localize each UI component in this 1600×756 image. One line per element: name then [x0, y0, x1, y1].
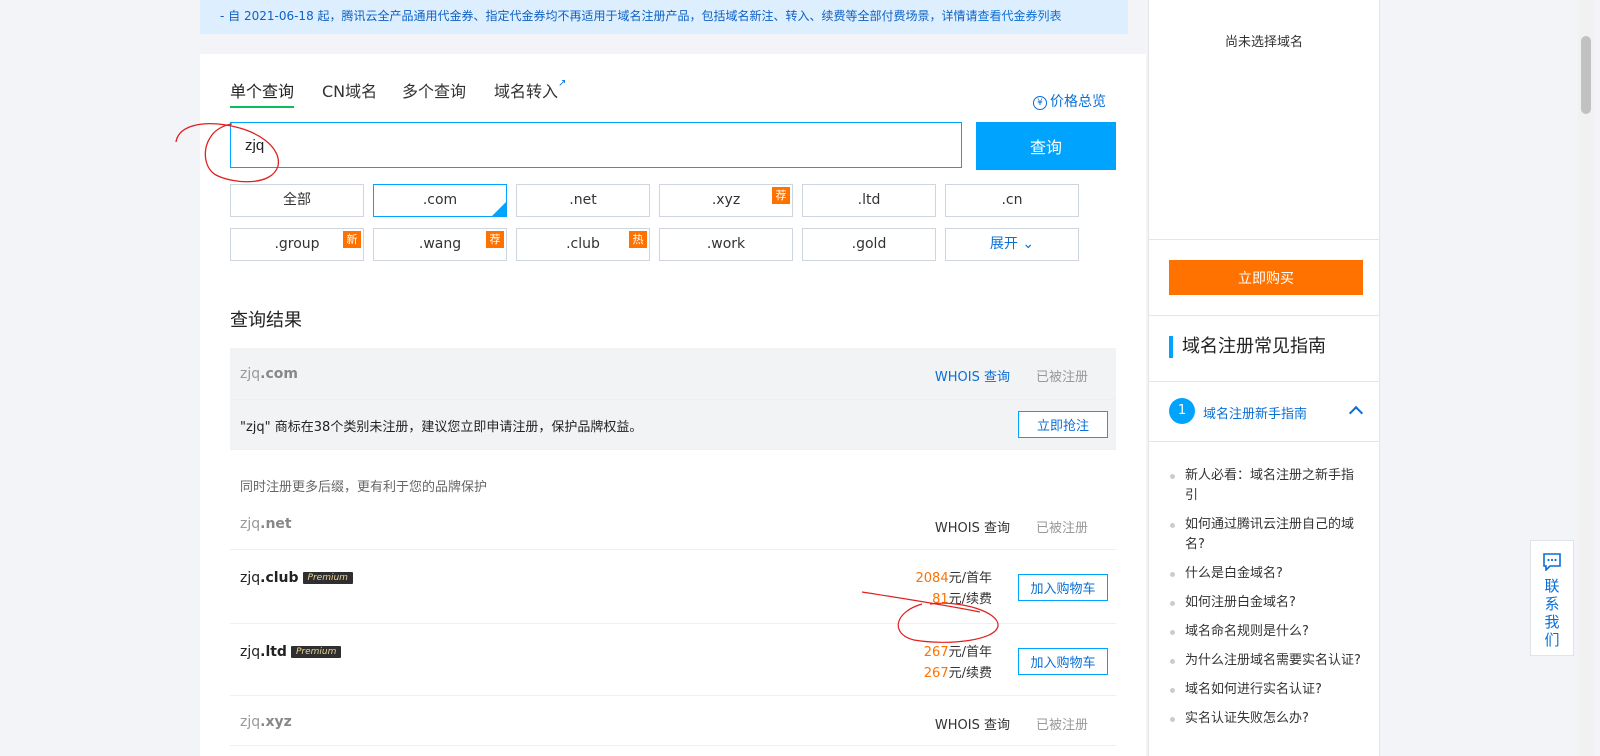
- guide-section-title[interactable]: 域名注册新手指南: [1203, 403, 1307, 422]
- expand-suffixes-button[interactable]: 展开 ⌄: [945, 228, 1079, 261]
- scrollbar-thumb[interactable]: [1581, 36, 1591, 114]
- result-row-xyz: zjq.xyz WHOIS 查询 已被注册: [230, 696, 1116, 746]
- faq-item[interactable]: 如何注册白金域名?: [1169, 593, 1365, 613]
- recommend-tag: 荐: [772, 187, 790, 204]
- first-year-price: 267: [923, 645, 949, 660]
- tab-domain-transfer[interactable]: 域名转入↗: [494, 78, 566, 102]
- faq-item[interactable]: 新人必看：域名注册之新手指引: [1169, 466, 1365, 506]
- contact-us-label: 联系我们: [1544, 577, 1560, 649]
- contact-us-widget[interactable]: 联系我们: [1530, 540, 1574, 656]
- renewal-price: 267: [923, 666, 949, 681]
- premium-badge: Premium: [290, 646, 342, 658]
- add-to-cart-button[interactable]: 加入购物车: [1018, 574, 1108, 601]
- result-row-com: zjq.com WHOIS 查询 已被注册: [230, 348, 1116, 400]
- recommend-tag: 荐: [486, 231, 504, 248]
- domain-name: zjq.net: [240, 516, 292, 532]
- yen-icon: ¥: [1033, 96, 1047, 110]
- domain-name: zjq.com: [240, 366, 298, 382]
- tab-multi-query[interactable]: 多个查询: [402, 78, 466, 102]
- expand-label: 展开: [989, 236, 1018, 252]
- suffix-xyz[interactable]: .xyz 荐: [659, 184, 793, 217]
- chat-icon: [1543, 553, 1561, 571]
- cart-side-panel: 尚未选择域名 立即购买 域名注册常见指南 1 域名注册新手指南 新人必看：域名注…: [1148, 0, 1380, 756]
- whois-link[interactable]: WHOIS 查询: [935, 714, 1010, 733]
- notice-text: - 自 2021-06-18 起，腾讯云全产品通用代金券、指定代金券均不再适用于…: [220, 9, 1062, 23]
- price-info: 2084元/首年 81元/续费: [915, 571, 992, 607]
- no-selection-text: 尚未选择域名: [1224, 35, 1303, 50]
- price-overview-label: 价格总览: [1050, 94, 1106, 110]
- suffix-wang-label: .wang: [418, 236, 462, 252]
- more-suffix-hint: 同时注册更多后缀，更有利于您的品牌保护: [240, 480, 488, 495]
- faq-item[interactable]: 为什么注册域名需要实名认证?: [1169, 651, 1365, 671]
- first-year-price: 2084: [915, 571, 949, 586]
- registered-status: 已被注册: [1035, 718, 1088, 733]
- tab-single-query[interactable]: 单个查询: [230, 78, 295, 108]
- domain-search-panel: 单个查询 CN域名 多个查询 域名转入↗ ¥价格总览 查询 全部 .com .n…: [200, 54, 1146, 756]
- scrollbar[interactable]: [1578, 0, 1594, 756]
- faq-item[interactable]: 什么是白金域名?: [1169, 564, 1365, 584]
- faq-item[interactable]: 如何通过腾讯云注册自己的域名?: [1169, 515, 1365, 555]
- suffix-com[interactable]: .com: [373, 184, 507, 217]
- domain-name: zjq.ltd Premium: [240, 644, 342, 660]
- suffix-work[interactable]: .work: [659, 228, 793, 261]
- search-button[interactable]: 查询: [976, 122, 1116, 170]
- suffix-cn[interactable]: .cn: [945, 184, 1079, 217]
- suffix-ltd[interactable]: .ltd: [802, 184, 936, 217]
- trademark-text: "zjq" 商标在38个类别未注册，建议您立即申请注册，保护品牌权益。: [240, 420, 643, 435]
- suffix-club-label: .club: [566, 236, 600, 252]
- whois-link[interactable]: WHOIS 查询: [935, 366, 1010, 385]
- faq-item[interactable]: 域名如何进行实名认证?: [1169, 680, 1365, 700]
- faq-item[interactable]: 域名命名规则是什么?: [1169, 622, 1365, 642]
- register-trademark-button[interactable]: 立即抢注: [1018, 411, 1108, 438]
- new-tag: 新: [343, 231, 361, 248]
- notice-bar: - 自 2021-06-18 起，腾讯云全产品通用代金券、指定代金券均不再适用于…: [200, 0, 1128, 34]
- divider: [1149, 441, 1379, 442]
- external-link-icon: ↗: [558, 78, 567, 89]
- domain-name: zjq.club Premium: [240, 570, 353, 586]
- chevron-up-icon[interactable]: [1348, 405, 1364, 421]
- registered-status: 已被注册: [1035, 521, 1088, 536]
- price-info: 267元/首年 267元/续费: [923, 645, 992, 681]
- tab-domain-transfer-label: 域名转入: [494, 82, 559, 101]
- chevron-down-icon: ⌄: [1022, 236, 1035, 252]
- domain-name: zjq.xyz: [240, 714, 292, 730]
- divider: [1149, 315, 1379, 316]
- suffix-gold[interactable]: .gold: [802, 228, 936, 261]
- registered-status: 已被注册: [1035, 370, 1088, 385]
- divider: [1149, 239, 1379, 240]
- voucher-list-link[interactable]: 查看代金券列表: [978, 9, 1062, 23]
- suffix-xyz-label: .xyz: [711, 192, 741, 208]
- faq-list: 新人必看：域名注册之新手指引 如何通过腾讯云注册自己的域名? 什么是白金域名? …: [1169, 466, 1365, 738]
- divider: [1149, 381, 1379, 382]
- buy-now-button[interactable]: 立即购买: [1169, 260, 1363, 295]
- result-row-club: zjq.club Premium 2084元/首年 81元/续费 加入购物车: [230, 550, 1116, 624]
- result-row-ltd: zjq.ltd Premium 267元/首年 267元/续费 加入购物车: [230, 624, 1116, 696]
- faq-item[interactable]: 实名认证失败怎么办?: [1169, 709, 1365, 729]
- guide-section-number: 1: [1169, 398, 1195, 424]
- tab-cn-domain[interactable]: CN域名: [322, 78, 377, 102]
- suffix-group-label: .group: [274, 236, 320, 252]
- premium-badge: Premium: [302, 572, 353, 584]
- add-to-cart-button[interactable]: 加入购物车: [1018, 648, 1108, 675]
- guide-title: 域名注册常见指南: [1169, 336, 1326, 358]
- whois-link[interactable]: WHOIS 查询: [935, 517, 1010, 536]
- price-overview-link[interactable]: ¥ 价格总览: [1033, 91, 1106, 111]
- suffix-club[interactable]: .club 热: [516, 228, 650, 261]
- suffix-all[interactable]: 全部: [230, 184, 364, 217]
- suffix-wang[interactable]: .wang 荐: [373, 228, 507, 261]
- domain-search-input[interactable]: [230, 122, 962, 168]
- renewal-price: 81: [932, 592, 949, 607]
- result-row-net: zjq.net WHOIS 查询 已被注册: [230, 500, 1116, 550]
- hot-tag: 热: [629, 231, 647, 248]
- results-title: 查询结果: [230, 310, 302, 331]
- trademark-row: "zjq" 商标在38个类别未注册，建议您立即申请注册，保护品牌权益。 立即抢注: [230, 400, 1116, 450]
- suffix-group[interactable]: .group 新: [230, 228, 364, 261]
- suffix-net[interactable]: .net: [516, 184, 650, 217]
